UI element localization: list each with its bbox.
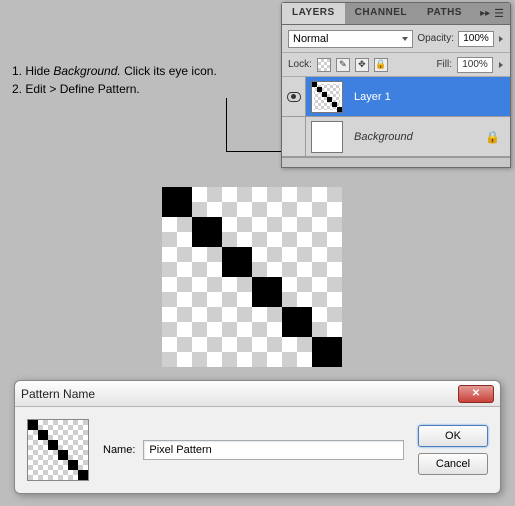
- eye-icon: [287, 92, 301, 102]
- lock-all-icon[interactable]: 🔒: [374, 58, 388, 72]
- tab-channel[interactable]: CHANNEL: [345, 3, 417, 24]
- lock-label: Lock:: [288, 59, 312, 70]
- lock-icon: 🔒: [485, 130, 500, 144]
- instructions-text: 1. Hide Background. Click its eye icon. …: [12, 62, 217, 98]
- pattern-name-dialog: Pattern Name ✕ Name: OK Cancel: [14, 380, 501, 494]
- close-button[interactable]: ✕: [458, 385, 494, 403]
- pattern-preview-canvas: [162, 187, 342, 367]
- close-icon: ✕: [472, 388, 480, 399]
- opacity-arrow-icon[interactable]: [499, 36, 503, 42]
- blend-row: Normal Opacity: 100%: [282, 25, 510, 53]
- pattern-name-input[interactable]: [143, 440, 404, 460]
- opacity-input[interactable]: 100%: [458, 31, 494, 47]
- lock-image-icon[interactable]: ✎: [336, 58, 350, 72]
- lock-row: Lock: ✎ ✥ 🔒 Fill: 100%: [282, 53, 510, 77]
- layer1-name[interactable]: Layer 1: [348, 91, 391, 103]
- visibility-toggle-background[interactable]: [282, 117, 306, 156]
- cancel-button[interactable]: Cancel: [418, 453, 488, 475]
- layer-row-background[interactable]: Background 🔒: [282, 117, 510, 157]
- ok-button[interactable]: OK: [418, 425, 488, 447]
- dialog-title: Pattern Name: [21, 387, 95, 401]
- fill-label: Fill:: [436, 59, 452, 70]
- background-name[interactable]: Background: [348, 131, 413, 143]
- tab-paths[interactable]: PATHS: [417, 3, 472, 24]
- panel-menu-button[interactable]: ▸▸ ☰: [480, 3, 510, 24]
- chevron-down-icon: [402, 37, 408, 41]
- lock-transparency-icon[interactable]: [317, 58, 331, 72]
- dialog-titlebar[interactable]: Pattern Name ✕: [15, 381, 500, 407]
- panel-tabs: LAYERS CHANNEL PATHS ▸▸ ☰: [282, 3, 510, 25]
- blend-mode-select[interactable]: Normal: [288, 30, 413, 48]
- tab-layers[interactable]: LAYERS: [282, 3, 345, 24]
- name-label: Name:: [103, 444, 135, 456]
- layer-row-layer1[interactable]: Layer 1: [282, 77, 510, 117]
- fill-input[interactable]: 100%: [457, 57, 493, 73]
- layer1-thumbnail[interactable]: [311, 81, 343, 113]
- opacity-label: Opacity:: [417, 33, 454, 44]
- visibility-toggle-layer1[interactable]: [282, 77, 306, 116]
- annotation-line: [226, 98, 282, 152]
- layers-panel: LAYERS CHANNEL PATHS ▸▸ ☰ Normal Opacity…: [281, 2, 511, 168]
- lock-position-icon[interactable]: ✥: [355, 58, 369, 72]
- pattern-thumbnail: [27, 419, 89, 481]
- fill-arrow-icon[interactable]: [499, 62, 503, 68]
- background-thumbnail[interactable]: [311, 121, 343, 153]
